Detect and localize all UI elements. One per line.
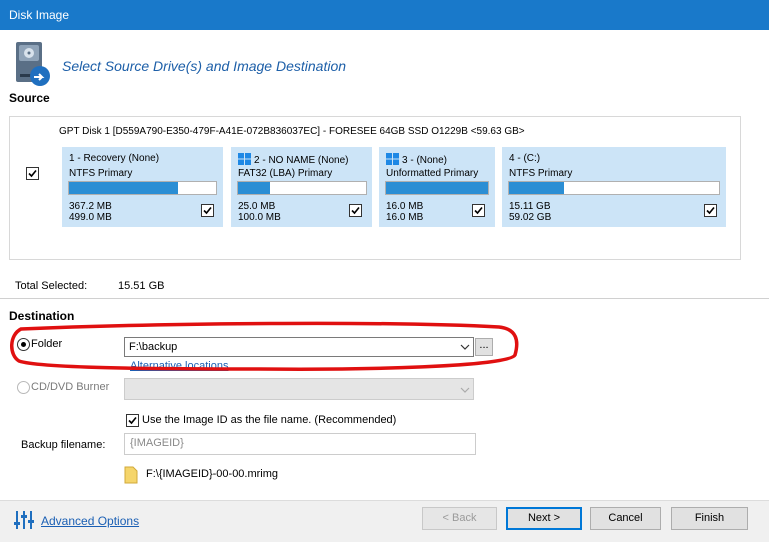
- title-bar: [0, 0, 769, 30]
- partition-checkbox[interactable]: [349, 204, 362, 217]
- partition-1[interactable]: 1 - Recovery (None) NTFS Primary 367.2 M…: [62, 147, 223, 227]
- partition-used: 16.0 MB: [386, 201, 424, 212]
- windows-logo-icon: [386, 153, 399, 165]
- red-highlight-oval: [10, 321, 519, 371]
- partition-usage-bar: [508, 181, 720, 195]
- total-selected-value: 15.51 GB: [118, 280, 165, 292]
- partition-checkbox[interactable]: [201, 204, 214, 217]
- backup-filename-label: Backup filename:: [21, 439, 106, 451]
- partition-title: 2 - NO NAME (None): [254, 155, 349, 166]
- usage-fill: [509, 182, 564, 194]
- partition-title-row: 2 - NO NAME (None): [238, 153, 348, 166]
- partition-used: 367.2 MB: [69, 201, 112, 212]
- partition-title: 1 - Recovery (None): [69, 153, 160, 164]
- cd-dvd-select[interactable]: [124, 378, 474, 400]
- total-selected-label: Total Selected:: [15, 280, 88, 292]
- partition-type: Unformatted Primary: [386, 168, 479, 179]
- disk-image-icon: [16, 42, 50, 86]
- partition-total: 16.0 MB: [386, 212, 424, 223]
- cancel-button[interactable]: Cancel: [590, 507, 661, 530]
- window-title: Disk Image: [9, 8, 70, 22]
- partition-title-row: 3 - (None): [386, 153, 447, 166]
- use-image-id-checkbox[interactable]: [126, 414, 139, 427]
- output-path: F:\{IMAGEID}-00-00.mrimg: [146, 468, 279, 480]
- partition-usage-bar: [237, 181, 367, 195]
- chevron-down-icon: [460, 387, 470, 393]
- partition-total: 59.02 GB: [509, 212, 552, 223]
- source-section-label: Source: [9, 91, 50, 105]
- partition-total: 100.0 MB: [238, 212, 281, 223]
- partition-total: 499.0 MB: [69, 212, 112, 223]
- partition-type: FAT32 (LBA) Primary: [238, 168, 333, 179]
- partition-checkbox[interactable]: [472, 204, 485, 217]
- partition-type: NTFS Primary: [509, 168, 573, 179]
- back-button[interactable]: < Back: [422, 507, 497, 530]
- advanced-options-link[interactable]: Advanced Options: [41, 514, 139, 528]
- backup-filename-placeholder: {IMAGEID}: [130, 437, 184, 449]
- next-button[interactable]: Next >: [506, 507, 582, 530]
- usage-fill: [238, 182, 270, 194]
- windows-logo-icon: [238, 153, 251, 165]
- use-image-id-label[interactable]: Use the Image ID as the file name. (Reco…: [142, 414, 396, 426]
- partition-used: 15.11 GB: [509, 201, 551, 212]
- cd-dvd-radio[interactable]: [17, 381, 30, 394]
- partition-2[interactable]: 2 - NO NAME (None) FAT32 (LBA) Primary 2…: [231, 147, 372, 227]
- file-icon: [124, 466, 138, 484]
- page-heading: Select Source Drive(s) and Image Destina…: [62, 58, 347, 74]
- partition-type: NTFS Primary: [69, 168, 133, 179]
- disk-title: GPT Disk 1 [D559A790-E350-479F-A41E-072B…: [59, 126, 525, 137]
- partition-title: 3 - (None): [402, 155, 448, 166]
- disk-checkbox[interactable]: [26, 167, 39, 180]
- section-divider: [0, 298, 769, 299]
- partition-checkbox[interactable]: [704, 204, 717, 217]
- sliders-icon[interactable]: [13, 509, 35, 531]
- partition-used: 25.0 MB: [238, 201, 276, 212]
- usage-fill: [386, 182, 488, 194]
- partition-4[interactable]: 4 - (C:) NTFS Primary 15.11 GB 59.02 GB: [502, 147, 726, 227]
- partition-usage-bar: [385, 181, 489, 195]
- cd-dvd-label[interactable]: CD/DVD Burner: [31, 381, 109, 393]
- partition-title: 4 - (C:): [509, 153, 541, 164]
- partition-usage-bar: [68, 181, 217, 195]
- usage-fill: [69, 182, 178, 194]
- partition-3[interactable]: 3 - (None) Unformatted Primary 16.0 MB 1…: [379, 147, 495, 227]
- finish-button[interactable]: Finish: [671, 507, 748, 530]
